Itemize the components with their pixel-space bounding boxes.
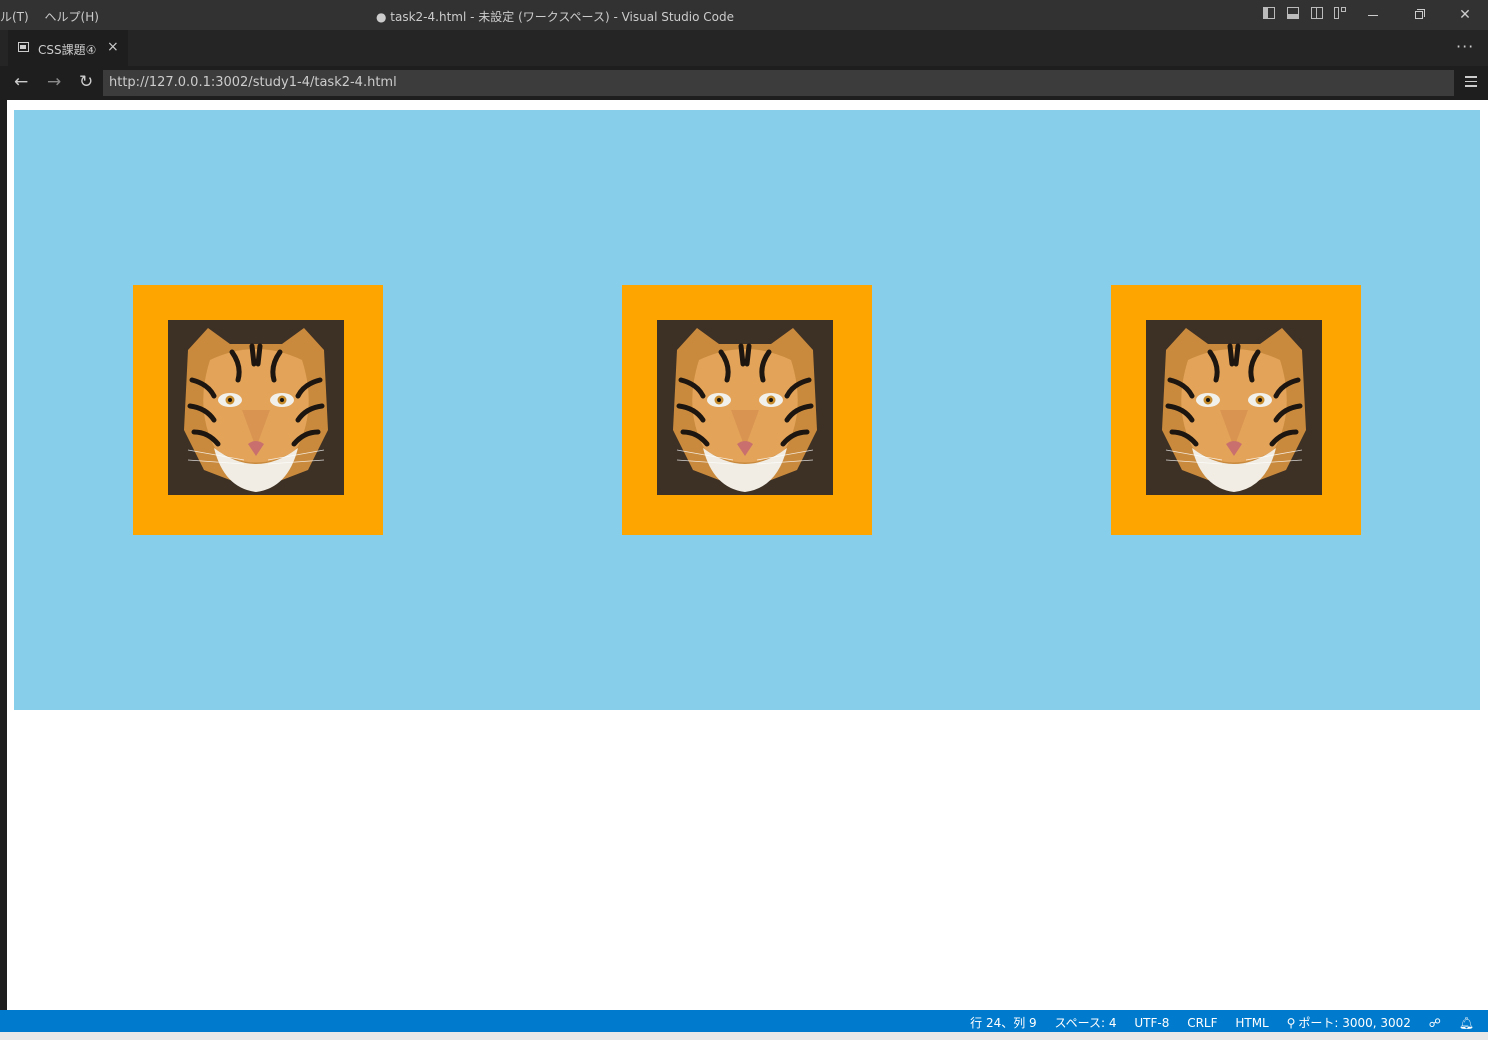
menu-bar: ル(T) ヘルプ(H) <box>0 8 111 25</box>
close-tab-icon[interactable]: × <box>107 39 119 55</box>
close-window-button[interactable]: ✕ <box>1442 4 1488 26</box>
end-of-line[interactable]: CRLF <box>1187 1016 1217 1030</box>
tab-css-task[interactable]: CSS課題④ × <box>8 30 128 66</box>
more-actions-icon[interactable]: ··· <box>1456 37 1474 56</box>
window-title: ● task2-4.html - 未設定 (ワークスペース) - Visual … <box>376 10 734 24</box>
layout-controls <box>1263 7 1354 21</box>
image-frame <box>133 285 383 535</box>
minimize-button[interactable] <box>1350 4 1396 26</box>
antenna-icon: ⚲ <box>1286 1016 1296 1030</box>
customize-layout-icon[interactable] <box>1334 7 1347 19</box>
browser-nav-bar: ← → ↻ <box>0 66 1488 100</box>
menu-item-terminal[interactable]: ル(T) <box>0 10 29 24</box>
indentation[interactable]: スペース: 4 <box>1055 1016 1117 1030</box>
notifications-icon[interactable]: 🔔︎ <box>1459 1016 1474 1030</box>
taskbar-edge <box>0 1032 1488 1040</box>
browser-menu-icon[interactable] <box>1465 76 1477 90</box>
reload-icon[interactable]: ↻ <box>79 72 93 92</box>
toggle-primary-sidebar-icon[interactable] <box>1263 7 1275 19</box>
status-bar: 行 24、列 9 スペース: 4 UTF-8 CRLF HTML ⚲ ポート: 3… <box>0 1010 1488 1032</box>
tiger-image <box>657 320 833 495</box>
tiger-photo <box>657 320 833 495</box>
image-frame <box>1111 285 1361 535</box>
toggle-secondary-sidebar-icon[interactable] <box>1310 7 1323 19</box>
encoding[interactable]: UTF-8 <box>1134 1016 1169 1030</box>
cursor-position[interactable]: 行 24、列 9 <box>970 1016 1037 1030</box>
blue-container <box>14 110 1480 710</box>
image-frame <box>622 285 872 535</box>
language-mode[interactable]: HTML <box>1235 1016 1268 1030</box>
restore-button[interactable] <box>1396 4 1442 26</box>
title-bar: ル(T) ヘルプ(H) ● task2-4.html - 未設定 (ワークスペー… <box>0 0 1488 30</box>
tab-bar: CSS課題④ × ··· <box>0 30 1488 66</box>
preview-icon <box>18 42 29 52</box>
forward-icon[interactable]: → <box>47 72 61 92</box>
ports-label: ポート: 3000, 3002 <box>1298 1016 1411 1030</box>
back-icon[interactable]: ← <box>14 72 28 92</box>
feedback-icon[interactable]: ☍ <box>1429 1016 1441 1030</box>
editor-edge <box>0 100 7 1010</box>
tiger-image <box>168 320 344 495</box>
menu-item-help[interactable]: ヘルプ(H) <box>45 10 99 24</box>
tiger-image <box>1146 320 1322 495</box>
ports-status[interactable]: ⚲ ポート: 3000, 3002 <box>1287 1016 1411 1030</box>
tab-label: CSS課題④ <box>38 43 97 57</box>
tiger-photo <box>1146 320 1322 495</box>
toggle-panel-icon[interactable] <box>1286 7 1299 19</box>
tiger-photo <box>168 320 344 495</box>
url-input[interactable] <box>103 70 1454 96</box>
